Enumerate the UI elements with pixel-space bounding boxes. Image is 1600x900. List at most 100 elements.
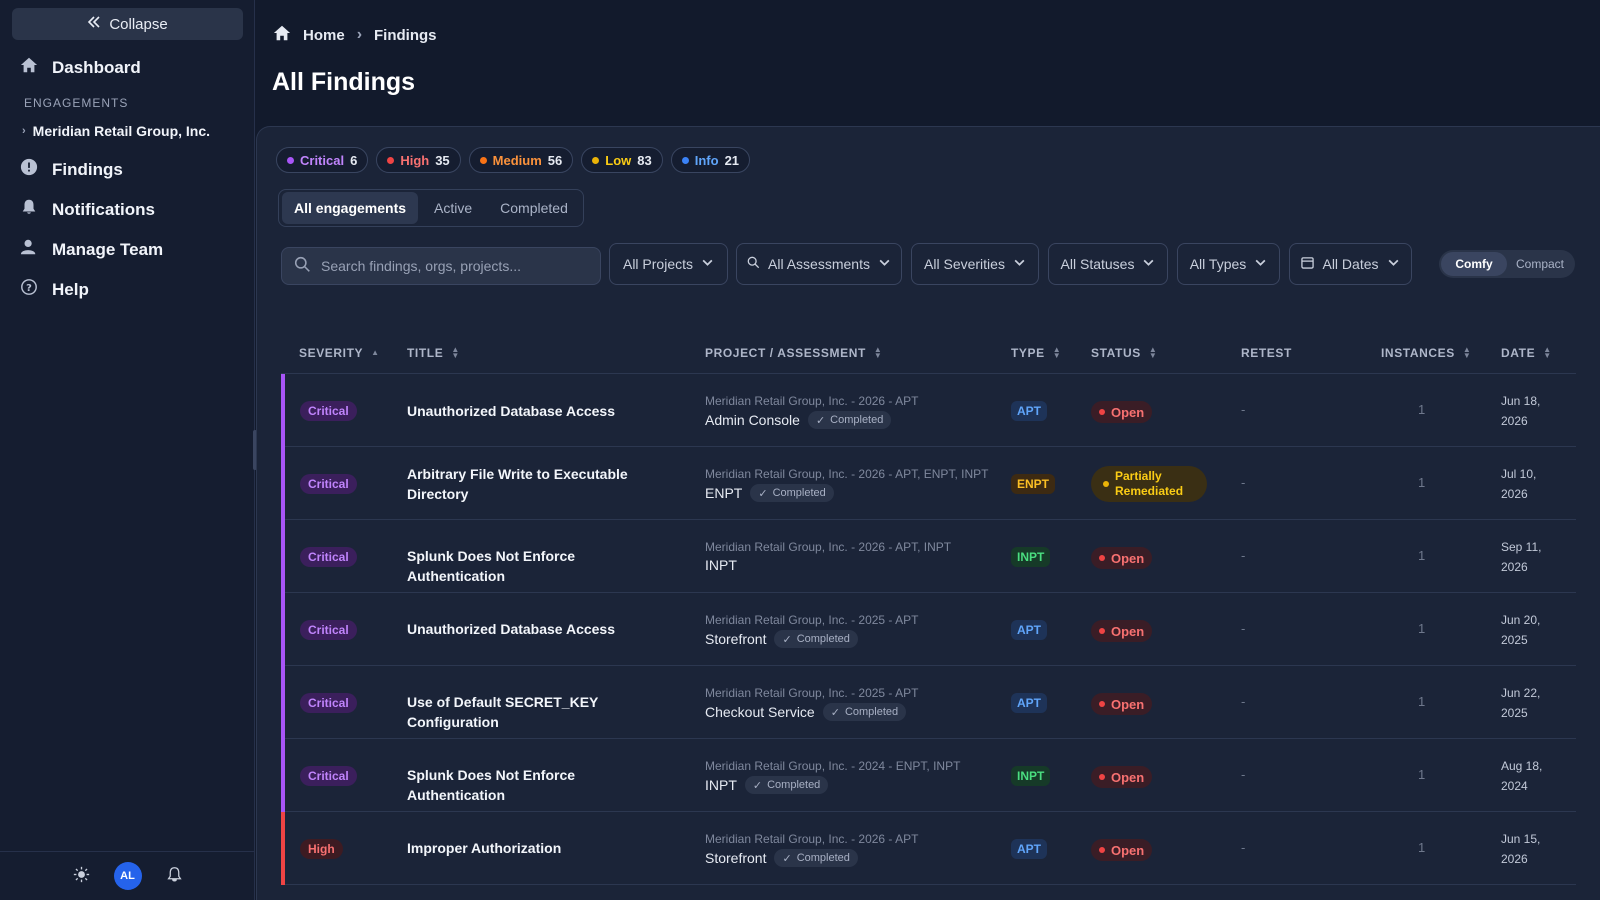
help-circle-icon: ?	[20, 278, 38, 301]
col-instances[interactable]: INSTANCES ▲ ▼	[1381, 345, 1472, 361]
table-row[interactable]: Critical Unauthorized Database Access Me…	[281, 593, 1576, 666]
nav-notifications[interactable]: Notifications	[20, 198, 155, 221]
col-severity[interactable]: SEVERITY ▲	[299, 346, 380, 360]
check-icon: ✓	[758, 487, 768, 500]
assessment-name[interactable]: Storefront	[705, 850, 766, 866]
filter-statuses[interactable]: All Statuses	[1048, 243, 1168, 285]
chevron-down-icon	[701, 256, 714, 272]
chip-high[interactable]: High 35	[376, 147, 461, 173]
chip-low[interactable]: Low 83	[581, 147, 663, 173]
assessment-name[interactable]: Checkout Service	[705, 704, 815, 720]
col-status-label: STATUS	[1091, 346, 1141, 360]
col-project[interactable]: PROJECT / ASSESSMENT ▲ ▼	[705, 346, 882, 361]
project-cell: Meridian Retail Group, Inc. - 2026 - APT…	[705, 467, 988, 502]
chip-critical[interactable]: Critical 6	[276, 147, 369, 173]
nav-findings-label: Findings	[52, 159, 123, 179]
finding-title[interactable]: Use of Default SECRET_KEY Configuration	[407, 692, 687, 732]
date-value: Jun 15, 2026	[1501, 832, 1541, 866]
dot-icon	[1099, 628, 1105, 634]
finding-title[interactable]: Arbitrary File Write to Executable Direc…	[407, 464, 637, 504]
home-icon	[20, 56, 38, 79]
col-title[interactable]: TITLE ▲ ▼	[407, 346, 460, 361]
col-project-label: PROJECT / ASSESSMENT	[705, 346, 866, 360]
finding-title[interactable]: Improper Authorization	[407, 838, 667, 858]
collapse-button[interactable]: Collapse	[12, 8, 243, 40]
table-row[interactable]: Critical Splunk Does Not Enforce Authent…	[281, 739, 1576, 812]
instances-value: 1	[1418, 694, 1426, 709]
completed-label: Completed	[830, 414, 884, 426]
filter-severities[interactable]: All Severities	[911, 243, 1039, 285]
density-comfy[interactable]: Comfy	[1441, 252, 1507, 276]
col-type[interactable]: TYPE ▲ ▼	[1011, 346, 1061, 361]
severity-bar	[281, 447, 285, 520]
breadcrumb-home[interactable]: Home	[303, 27, 345, 44]
density-compact[interactable]: Compact	[1507, 252, 1573, 276]
tab-active[interactable]: Active	[422, 192, 484, 224]
table-row[interactable]: High Improper Authorization Meridian Ret…	[281, 812, 1576, 885]
project-cell: Meridian Retail Group, Inc. - 2024 - ENP…	[705, 759, 960, 794]
chip-count: 21	[724, 152, 740, 168]
severity-badge: Critical	[300, 620, 357, 640]
finding-title[interactable]: Splunk Does Not Enforce Authentication	[407, 546, 667, 586]
search-input[interactable]: Search findings, orgs, projects...	[281, 247, 601, 285]
dot-icon	[1103, 481, 1109, 487]
bell-icon[interactable]	[166, 866, 183, 886]
engagements-section-label: ENGAGEMENTS	[24, 96, 129, 110]
table-row[interactable]: Critical Splunk Does Not Enforce Authent…	[281, 520, 1576, 593]
filter-dates-label: All Dates	[1322, 256, 1379, 272]
dot-icon	[287, 156, 294, 164]
completed-badge: ✓ Completed	[774, 849, 858, 867]
severity-bar	[281, 812, 285, 885]
nav-findings[interactable]: Findings	[20, 158, 123, 181]
finding-title[interactable]: Unauthorized Database Access	[407, 401, 667, 421]
assessment-name[interactable]: INPT	[705, 777, 737, 793]
severity-badge: Critical	[300, 693, 357, 713]
type-badge: APT	[1011, 839, 1047, 859]
table-row[interactable]: Critical Arbitrary File Write to Executa…	[281, 447, 1576, 520]
user-icon	[20, 238, 38, 261]
check-icon: ✓	[782, 633, 792, 646]
filter-assessments[interactable]: All Assessments	[736, 243, 902, 285]
filter-projects[interactable]: All Projects	[609, 243, 728, 285]
col-instances-label: INSTANCES	[1381, 346, 1455, 360]
sun-icon[interactable]	[73, 866, 90, 886]
date-value: Jul 10, 2026	[1501, 467, 1537, 501]
chip-medium[interactable]: Medium 56	[468, 147, 574, 173]
finding-title[interactable]: Splunk Does Not Enforce Authentication	[407, 765, 667, 805]
nav-notifications-label: Notifications	[52, 199, 155, 219]
avatar[interactable]: AL	[113, 862, 142, 890]
completed-label: Completed	[844, 706, 899, 718]
tab-all-engagements[interactable]: All engagements	[282, 192, 419, 224]
filter-severities-label: All Severities	[924, 256, 1005, 272]
filter-types[interactable]: All Types	[1177, 243, 1280, 285]
nav-dashboard[interactable]: Dashboard	[20, 56, 141, 79]
assessment-name[interactable]: ENPT	[705, 485, 742, 501]
assessment-name[interactable]: INPT	[705, 557, 737, 573]
sort-icon: ▲ ▼	[1462, 345, 1472, 360]
tab-completed[interactable]: Completed	[488, 192, 580, 224]
breadcrumb-current: Findings	[374, 26, 437, 44]
col-date-label: DATE	[1501, 346, 1536, 360]
nav-help[interactable]: ? Help	[20, 278, 89, 301]
assessment-name[interactable]: Storefront	[705, 631, 766, 647]
table-row[interactable]: Critical Use of Default SECRET_KEY Confi…	[281, 666, 1576, 739]
nav-manage-team[interactable]: Manage Team	[20, 238, 163, 261]
chip-label: Info	[694, 152, 719, 168]
col-date[interactable]: DATE ▲ ▼	[1501, 346, 1552, 361]
filter-dates[interactable]: All Dates	[1289, 243, 1412, 285]
assessment-name[interactable]: Admin Console	[705, 412, 800, 428]
alert-circle-icon	[20, 158, 38, 181]
engagement-tabs: All engagements Active Completed	[278, 189, 584, 227]
type-badge: INPT	[1011, 547, 1051, 567]
filter-assessments-label: All Assessments	[768, 256, 870, 272]
chip-info[interactable]: Info 21	[670, 147, 751, 173]
col-status[interactable]: STATUS ▲ ▼	[1091, 346, 1157, 361]
home-icon[interactable]	[273, 24, 291, 46]
finding-title[interactable]: Unauthorized Database Access	[407, 619, 667, 639]
project-org: Meridian Retail Group, Inc. - 2026 - APT…	[705, 467, 989, 481]
engagement-item[interactable]: › Meridian Retail Group, Inc.	[22, 123, 210, 139]
table-row[interactable]: Critical Unauthorized Database Access Me…	[281, 374, 1576, 447]
filter-projects-label: All Projects	[622, 256, 694, 272]
completed-badge: ✓ Completed	[807, 411, 892, 429]
status-badge: Open	[1091, 620, 1153, 642]
